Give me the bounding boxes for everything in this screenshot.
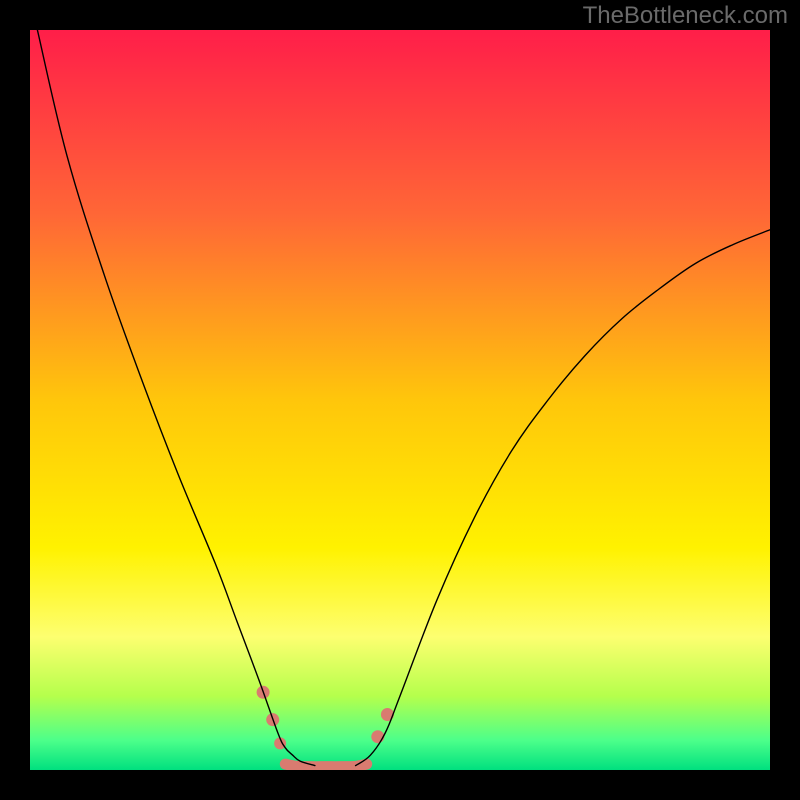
watermark-text: TheBottleneck.com	[583, 2, 788, 30]
plot-area	[30, 30, 770, 770]
marker-3	[371, 730, 384, 743]
chart-frame: TheBottleneck.com	[0, 0, 800, 800]
chart-svg	[30, 30, 770, 770]
series-flat-region	[285, 764, 366, 767]
gradient-background	[30, 30, 770, 770]
